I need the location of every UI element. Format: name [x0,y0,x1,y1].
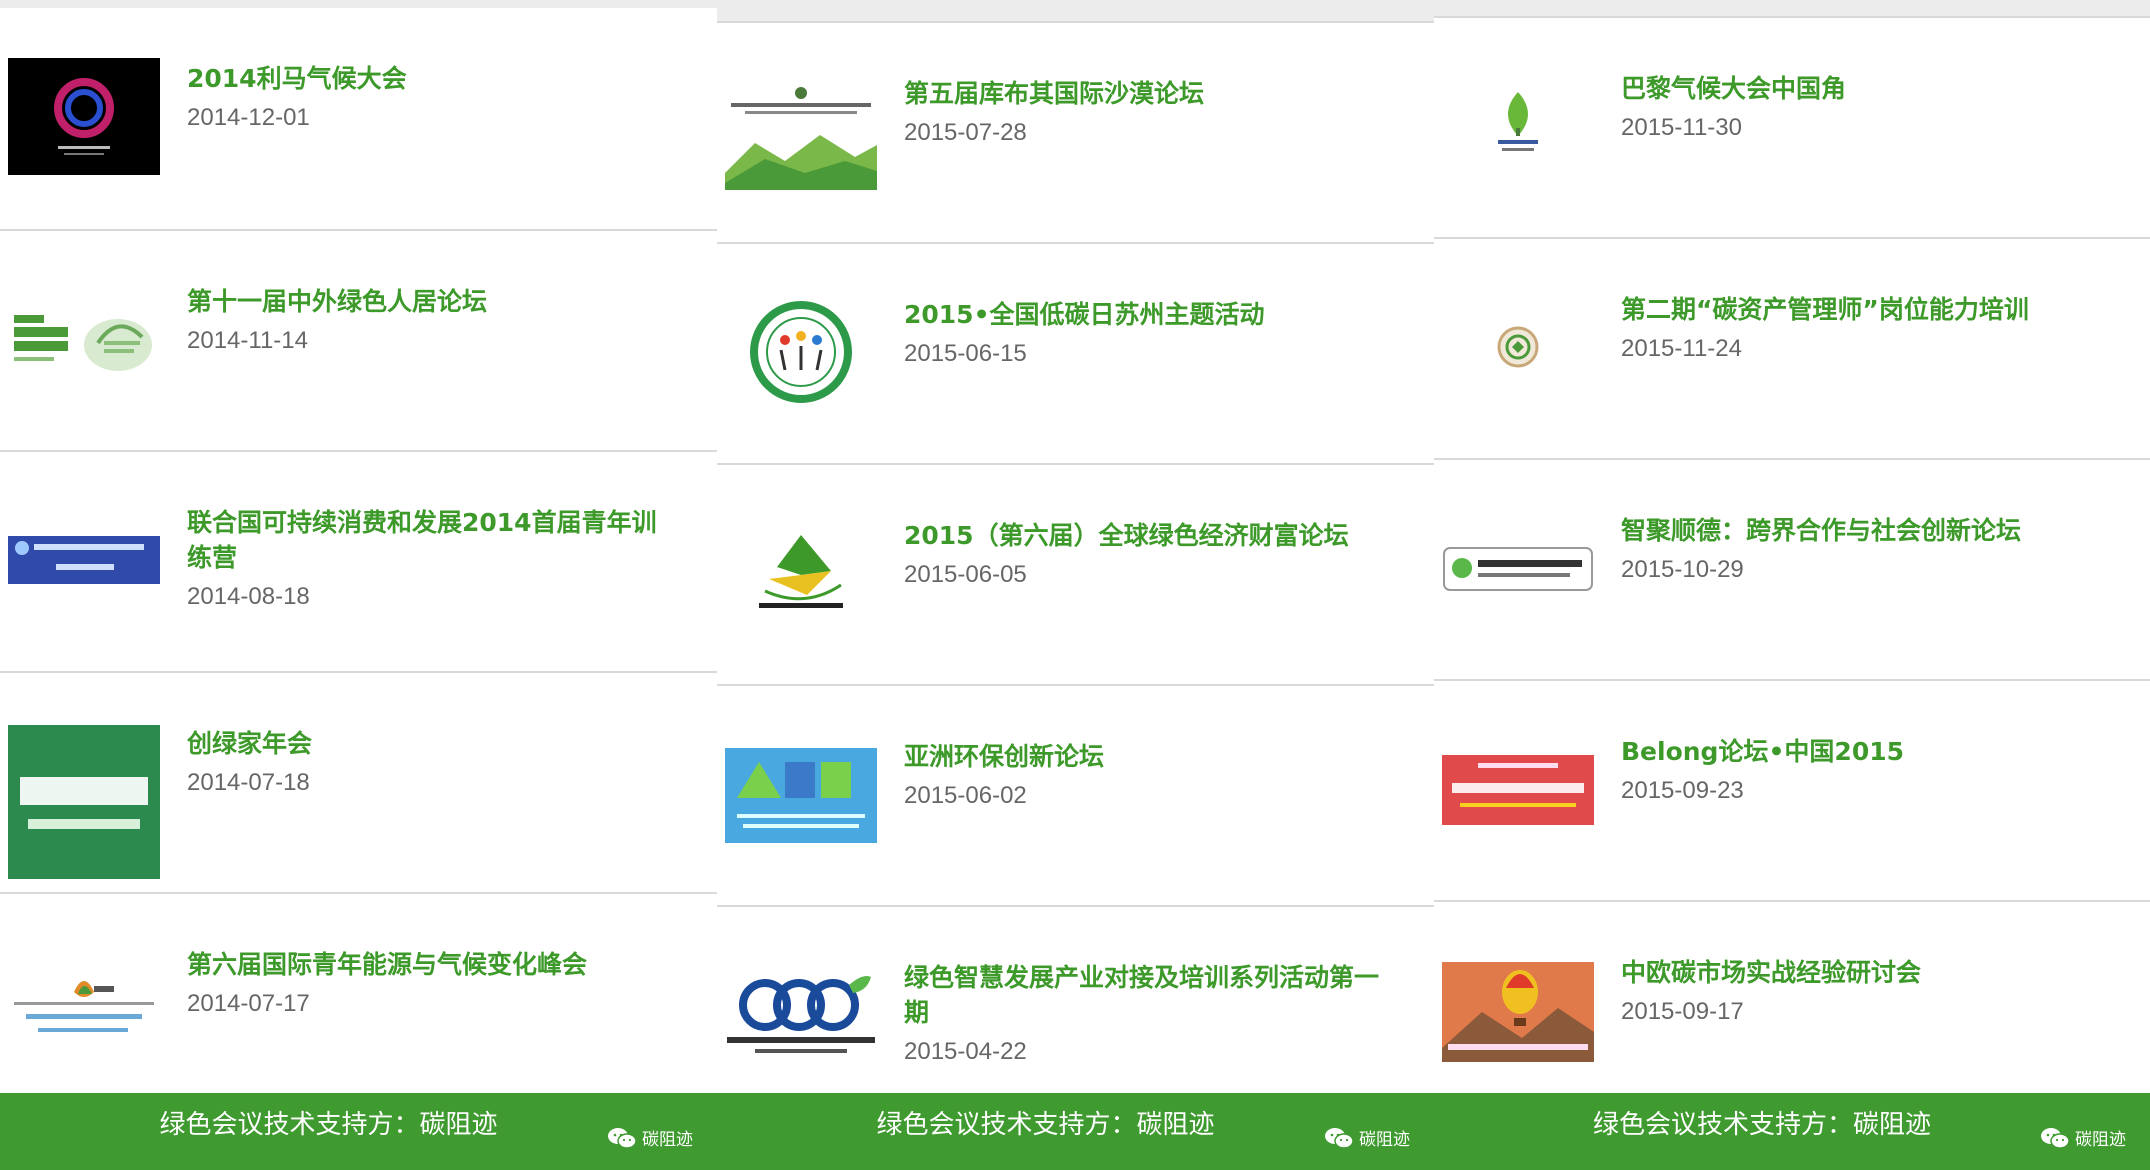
wechat-label[interactable]: 碳阻迹 [642,1125,693,1150]
item-date: 2014-07-18 [187,769,310,796]
item-title[interactable]: 绿色智慧发展产业对接及培训系列活动第一期 [904,960,1394,1030]
wechat-link[interactable]: 碳阻迹 [1324,1125,1410,1150]
wechat-label[interactable]: 碳阻迹 [2075,1125,2126,1150]
wechat-label[interactable]: 碳阻迹 [1359,1125,1410,1150]
thumbnail-belong[interactable] [1442,731,1594,848]
list-item[interactable]: 亚洲环保创新论坛 2015-06-02 [717,684,1434,905]
footer-bar: 绿色会议技术支持方：碳阻迹 碳阻迹 [0,1093,717,1170]
wechat-icon [608,1127,637,1149]
list-item[interactable]: 第六届国际青年能源与气候变化峰会 2014-07-17 [0,892,717,1113]
item-title[interactable]: Belong论坛•中国2015 [1621,734,2110,769]
list-item[interactable]: 第二期“碳资产管理师”岗位能力培训 2015-11-24 [1434,237,2150,458]
column-3: 巴黎气候大会中国角 2015-11-30 第二期“碳资产管理师”岗位能力培训 2… [1434,0,2150,1170]
item-title[interactable]: 第五届库布其国际沙漠论坛 [904,76,1394,111]
column-1: 2014利马气候大会 2014-12-01 第十一届中外绿色人居论坛 2014-… [0,0,717,1170]
thumbnail-green-habitat[interactable] [8,281,160,398]
wechat-icon [2041,1127,2070,1149]
item-date: 2014-08-18 [187,583,310,610]
item-title[interactable]: 2015•全国低碳日苏州主题活动 [904,297,1394,332]
thumbnail-iysecc[interactable] [8,944,160,1061]
thumbnail-cop20[interactable] [8,58,160,175]
item-title[interactable]: 智聚顺德：跨界合作与社会创新论坛 [1621,513,2110,548]
item-title[interactable]: 联合国可持续消费和发展2014首届青年训练营 [187,505,677,575]
item-date: 2015-09-17 [1621,998,1744,1025]
thumbnail-paris2015[interactable] [1442,68,1594,185]
item-title[interactable]: 中欧碳市场实战经验研讨会 [1621,955,2110,990]
thumbnail-teda-eco[interactable] [725,957,877,1074]
thumbnail-kubuqi[interactable] [725,73,877,190]
footer-bar: 绿色会议技术支持方：碳阻迹 碳阻迹 [1434,1093,2150,1170]
item-date: 2014-12-01 [187,104,310,131]
item-title[interactable]: 巴黎气候大会中国角 [1621,71,2110,106]
thumbnail-youth-camp[interactable] [8,502,160,619]
top-strip [717,0,1434,21]
list-item[interactable]: 巴黎气候大会中国角 2015-11-30 [1434,16,2150,237]
list-item[interactable]: 中欧碳市场实战经验研讨会 2015-09-17 [1434,900,2150,1121]
list-item[interactable]: 创绿家年会 2014-07-18 [0,671,717,892]
list-item[interactable]: 2014利马气候大会 2014-12-01 [0,8,717,229]
thumbnail-aeif[interactable] [725,748,877,843]
item-date: 2015-06-05 [904,561,1027,588]
item-date: 2015-11-24 [1621,335,1742,362]
item-title[interactable]: 2014利马气候大会 [187,61,677,96]
item-title[interactable]: 亚洲环保创新论坛 [904,739,1394,774]
item-date: 2014-07-17 [187,990,310,1017]
item-date: 2015-10-29 [1621,556,1744,583]
list-item[interactable]: 2015•全国低碳日苏州主题活动 2015-06-15 [717,242,1434,463]
item-date: 2015-04-22 [904,1038,1027,1065]
list-item[interactable]: 智聚顺德：跨界合作与社会创新论坛 2015-10-29 [1434,458,2150,679]
thumbnail-chuanglvjia[interactable] [8,725,160,879]
wechat-link[interactable]: 碳阻迹 [607,1125,693,1150]
item-date: 2015-09-23 [1621,777,1744,804]
list-item[interactable]: 第十一届中外绿色人居论坛 2014-11-14 [0,229,717,450]
item-date: 2015-11-30 [1621,114,1742,141]
footer-bar: 绿色会议技术支持方：碳阻迹 碳阻迹 [717,1093,1434,1170]
thumbnail-shunde[interactable] [1442,510,1594,627]
item-title[interactable]: 第十一届中外绿色人居论坛 [187,284,677,319]
wechat-link[interactable]: 碳阻迹 [2040,1125,2126,1150]
item-title[interactable]: 2015（第六届）全球绿色经济财富论坛 [904,518,1394,553]
list-item[interactable]: 2015（第六届）全球绿色经济财富论坛 2015-06-05 [717,463,1434,684]
item-date: 2015-07-28 [904,119,1027,146]
thumbnail-carbon-asset[interactable] [1442,289,1594,406]
list-item[interactable]: 第五届库布其国际沙漠论坛 2015-07-28 [717,21,1434,242]
list-item[interactable]: Belong论坛•中国2015 2015-09-23 [1434,679,2150,900]
item-date: 2015-06-02 [904,782,1027,809]
thumbnail-green-economy[interactable] [725,515,877,632]
thumbnail-balloon-seminar[interactable] [1442,962,1594,1062]
item-title[interactable]: 创绿家年会 [187,726,677,761]
item-title[interactable]: 第二期“碳资产管理师”岗位能力培训 [1621,292,2110,327]
thumbnail-low-carbon-day[interactable] [725,294,877,411]
list-item[interactable]: 联合国可持续消费和发展2014首届青年训练营 2014-08-18 [0,450,717,671]
top-strip [1434,0,2150,16]
item-title[interactable]: 第六届国际青年能源与气候变化峰会 [187,947,677,982]
wechat-icon [1325,1127,1354,1149]
column-2: 第五届库布其国际沙漠论坛 2015-07-28 2015•全国低碳日苏州主题活动… [717,0,1434,1170]
item-date: 2014-11-14 [187,327,308,354]
item-date: 2015-06-15 [904,340,1027,367]
